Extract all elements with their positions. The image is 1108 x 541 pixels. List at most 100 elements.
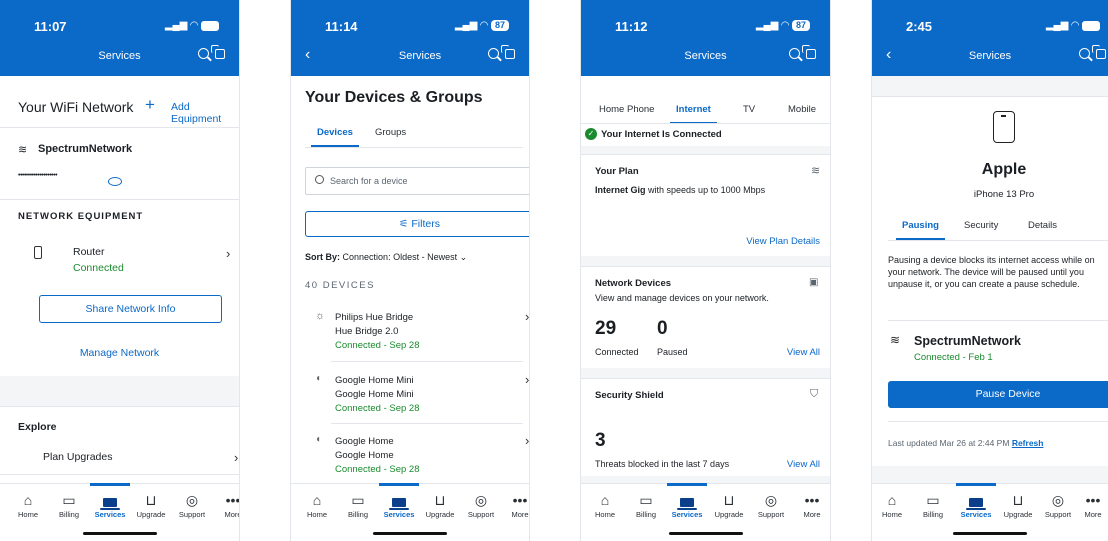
nav-home[interactable]: ⌂ Home [872,484,912,519]
more-icon: ••• [225,492,240,508]
section-label: NETWORK EQUIPMENT [18,211,144,222]
nav-upgrade[interactable]: ⊔ Upgrade [709,484,749,519]
status-icons: ▂▄▆ ◠ [1046,20,1100,31]
header-title: Services [968,50,1012,62]
tab-devices[interactable]: Devices [311,127,359,147]
nav-upgrade[interactable]: ⊔ Upgrade [420,484,460,519]
nav-support[interactable]: ◎ Support [751,484,791,519]
messages-icon[interactable] [1092,45,1106,59]
nav-home[interactable]: ⌂ Home [585,484,625,519]
threats-count: 3 [595,430,606,451]
header-actions [198,45,225,59]
sort-control[interactable]: Sort By: Connection: Oldest - Newest ⌄ [305,252,467,263]
devices-title: Network Devices [595,278,672,289]
nav-more[interactable]: ••• More [792,484,830,519]
more-icon: ••• [804,492,820,508]
tab-pausing[interactable]: Pausing [896,220,945,240]
nav-upgrade[interactable]: ⊔ Upgrade [131,484,171,519]
show-password-icon[interactable] [108,177,122,186]
nav-more[interactable]: ••• More [1077,484,1108,519]
search-icon [315,175,324,184]
nav-home[interactable]: ⌂ Home [297,484,337,519]
manage-network-link[interactable]: Manage Network [0,347,239,359]
list-item[interactable]: ◖ Google Home Mini Google Home Mini Conn… [305,368,530,424]
network-name: SpectrumNetwork [914,334,1021,348]
laptop-icon [389,498,409,510]
page-title: Your WiFi Network [18,99,134,115]
app-header: 11:14 ▂▄▆ ◠ 87 ‹ Services [291,0,529,76]
messages-icon[interactable] [802,45,816,59]
bottom-nav: ⌂ Home ▭ Billing Services ⊔ Upgrade ◎ Suppor… [581,483,830,541]
header-actions [789,45,816,59]
home-indicator [373,532,447,535]
messages-icon[interactable] [211,45,225,59]
nav-services[interactable]: Services [379,483,419,519]
pause-device-button[interactable]: Pause Device [888,381,1108,408]
connected-count: 29 [595,318,617,339]
tab-security[interactable]: Security [964,220,998,231]
filters-button[interactable]: ⚟ Filters [305,211,529,237]
status-time: 2:45 [906,19,933,34]
nav-services[interactable]: Services [956,483,996,519]
paused-label: Paused [657,347,688,357]
network-name: SpectrumNetwork [38,143,133,155]
nav-billing[interactable]: ▭ Billing [49,484,89,519]
nav-home[interactable]: ⌂ Home [8,484,48,519]
nav-billing[interactable]: ▭ Billing [338,484,378,519]
battery-icon: 87 [491,20,509,31]
nav-support[interactable]: ◎ Support [172,484,212,519]
screen-internet-overview: 11:12 ▂▄▆ ◠ 87 Services Home Phone Interne… [580,0,831,541]
plus-icon[interactable]: + [145,95,155,115]
view-all-threats-link[interactable]: View All [787,459,820,470]
device-count: 40 DEVICES [305,280,375,291]
status-icons: ▂▄▆ ◠ 87 [455,20,509,31]
signal-icon: ▂▄▆ [1045,20,1069,31]
nav-billing[interactable]: ▭ Billing [913,484,953,519]
nav-services[interactable]: Services [667,483,707,519]
tab-details[interactable]: Details [1028,220,1057,231]
search-input[interactable]: Search for a device [305,167,529,195]
phone-icon [993,111,1015,143]
nav-support[interactable]: ◎ Support [1038,484,1078,519]
support-icon: ◎ [1051,492,1065,508]
view-plan-details-link[interactable]: View Plan Details [746,236,820,247]
tab-tv[interactable]: TV [743,104,755,115]
search-icon[interactable] [789,48,800,59]
search-icon[interactable] [488,48,499,59]
plan-upgrades-link[interactable]: Plan Upgrades [43,451,112,463]
laptop-icon [966,498,986,510]
nav-more[interactable]: ••• More [500,484,529,519]
tab-mobile[interactable]: Mobile [788,104,816,115]
more-icon: ••• [1085,492,1101,508]
nav-services[interactable]: Services [90,483,130,519]
tab-groups[interactable]: Groups [375,127,406,138]
cart-icon: ⊔ [434,492,446,508]
wifi-icon: ≋ [811,165,821,177]
nav-billing[interactable]: ▭ Billing [626,484,666,519]
devices-description: View and manage devices on your network. [595,293,769,303]
screen-device-detail: 2:45 ▂▄▆ ◠ ‹ Services Apple iPhone 13 Pro… [871,0,1108,541]
chevron-right-icon: › [525,372,530,387]
list-item[interactable]: ◖ Google Home Google Home Connected - Se… [305,429,529,483]
messages-icon[interactable] [501,45,515,59]
password-mask: •••••••••••••••••••• [18,172,58,179]
add-equipment-link[interactable]: Add Equipment [171,101,239,125]
tab-internet[interactable]: Internet [670,104,717,124]
refresh-link[interactable]: Refresh [1012,438,1044,448]
tab-home-phone[interactable]: Home Phone [599,104,654,115]
list-item[interactable]: ☼ Philips Hue Bridge Hue Bridge 2.0 Conn… [305,305,529,361]
paused-count: 0 [657,318,668,339]
nav-upgrade[interactable]: ⊔ Upgrade [998,484,1038,519]
nav-more[interactable]: ••• More [213,484,240,519]
search-icon[interactable] [198,48,209,59]
screen-devices-groups: 11:14 ▂▄▆ ◠ 87 ‹ Services Your Devices & G… [290,0,530,541]
view-all-devices-link[interactable]: View All [787,347,820,358]
share-network-info-button[interactable]: Share Network Info [39,295,222,323]
device-name[interactable]: Router [73,246,105,258]
chevron-right-icon[interactable]: › [226,246,230,261]
plan-title: Your Plan [595,166,639,177]
screen-wifi-network: 11:07 ▂▄▆ ◠ Services Your WiFi Network + … [0,0,240,541]
nav-support[interactable]: ◎ Support [461,484,501,519]
search-icon[interactable] [1079,48,1090,59]
chevron-right-icon[interactable]: › [234,450,238,465]
